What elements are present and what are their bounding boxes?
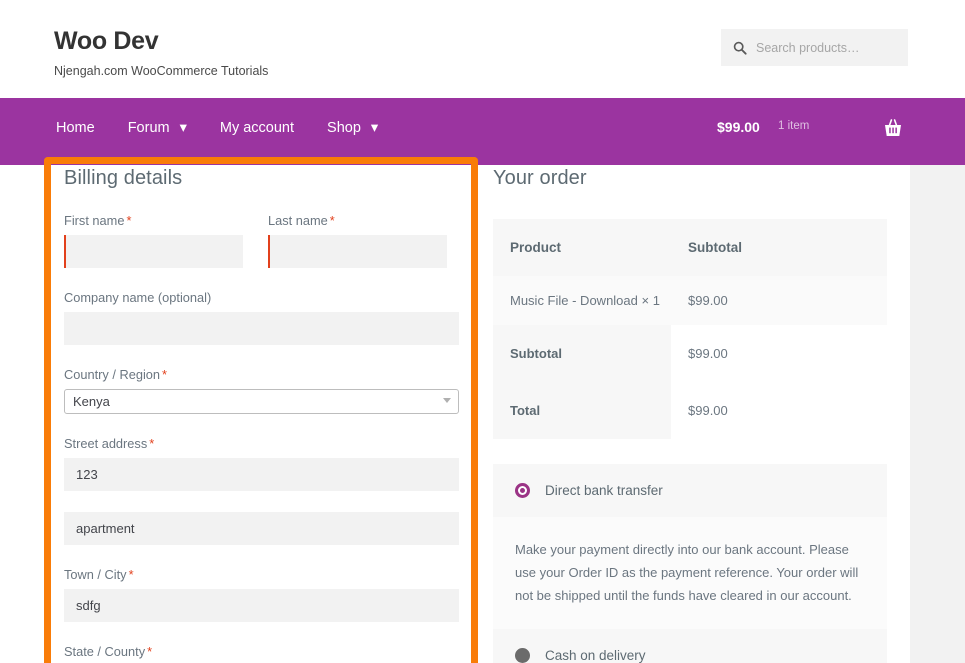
product-search-box[interactable]: Search products… — [721, 29, 908, 66]
last-name-label: Last name * — [268, 213, 447, 229]
radio-selected-icon[interactable] — [515, 483, 530, 498]
site-tagline: Njengah.com WooCommerce Tutorials — [54, 64, 269, 78]
table-row: Music File - Download × 1 $99.00 — [493, 276, 887, 325]
nav-links: Home Forum ▾ My account Shop ▾ — [56, 120, 411, 136]
first-name-label: First name * — [64, 213, 243, 229]
search-icon — [733, 41, 747, 55]
chevron-down-icon: ▾ — [370, 120, 379, 136]
nav-item-shop[interactable]: Shop ▾ — [327, 120, 378, 136]
country-select[interactable]: Kenya — [64, 389, 459, 414]
last-name-field-group: Last name * — [268, 213, 447, 268]
street-address-input[interactable] — [64, 458, 459, 491]
country-select-wrap: Kenya — [64, 389, 459, 414]
label-text: Country / Region — [64, 367, 161, 382]
required-marker: * — [149, 436, 155, 451]
primary-navigation: Home Forum ▾ My account Shop ▾ $99.00 1 … — [0, 98, 965, 165]
last-name-input[interactable] — [268, 235, 447, 268]
company-input[interactable] — [64, 312, 459, 345]
required-marker: * — [329, 213, 335, 228]
label-text: State / County — [64, 644, 146, 659]
order-summary-table: Product Subtotal Music File - Download ×… — [493, 219, 887, 439]
table-row: Subtotal $99.00 — [493, 325, 887, 382]
table-row: Total $99.00 — [493, 382, 887, 439]
street-address-field-group: Street address * — [64, 436, 459, 545]
country-label: Country / Region * — [64, 367, 459, 383]
order-review-panel: Your order Product Subtotal Music File -… — [493, 165, 887, 663]
first-name-field-group: First name * — [64, 213, 243, 268]
site-branding[interactable]: Woo Dev Njengah.com WooCommerce Tutorial… — [54, 26, 268, 79]
company-field-group: Company name (optional) — [64, 290, 459, 345]
payment-method-direct-bank-transfer[interactable]: Direct bank transfer — [493, 464, 887, 517]
nav-item-home[interactable]: Home — [56, 120, 95, 136]
payment-method-label: Direct bank transfer — [545, 483, 663, 498]
site-title: Woo Dev — [54, 27, 159, 55]
name-fields-row: First name * Last name * — [64, 213, 459, 268]
radio-unselected-icon[interactable] — [515, 648, 530, 663]
city-input[interactable] — [64, 589, 459, 622]
street-address-label: Street address * — [64, 436, 459, 452]
payment-method-label: Cash on delivery — [545, 648, 646, 663]
required-marker: * — [128, 567, 134, 582]
nav-item-label: Forum — [127, 120, 170, 136]
payment-methods-panel: Direct bank transfer Make your payment d… — [493, 464, 887, 663]
shopping-basket-icon — [885, 119, 901, 136]
subtotal-label: Subtotal — [493, 325, 671, 382]
required-marker: * — [162, 367, 168, 382]
cart-area: $99.00 1 item — [695, 98, 965, 165]
checkout-page: Woo Dev Njengah.com WooCommerce Tutorial… — [0, 0, 965, 663]
your-order-heading: Your order — [493, 167, 587, 189]
nav-item-label: Home — [56, 120, 95, 136]
nav-item-my-account[interactable]: My account — [220, 120, 294, 136]
nav-item-label: Shop — [327, 120, 361, 136]
cart-total-amount[interactable]: $99.00 — [717, 119, 760, 135]
label-text: First name — [64, 213, 125, 228]
total-label: Total — [493, 382, 671, 439]
order-table-head: Product Subtotal — [493, 219, 887, 276]
total-value: $99.00 — [671, 382, 887, 439]
payment-method-cash-on-delivery[interactable]: Cash on delivery — [493, 629, 887, 663]
payment-method-description: Make your payment directly into our bank… — [493, 517, 887, 629]
column-header-subtotal: Subtotal — [671, 219, 887, 276]
nav-item-label: My account — [219, 120, 295, 136]
company-label: Company name (optional) — [64, 290, 212, 305]
nav-item-forum[interactable]: Forum ▾ — [128, 120, 187, 136]
product-name: Music File - Download — [510, 293, 638, 308]
table-header-row: Product Subtotal — [493, 219, 887, 276]
required-marker: * — [147, 644, 153, 659]
address-line-2-input[interactable] — [64, 512, 459, 545]
billing-details-heading: Billing details — [64, 167, 183, 189]
city-field-group: Town / City * — [64, 567, 459, 622]
cart-button[interactable] — [881, 116, 905, 140]
chevron-down-icon: ▾ — [179, 120, 187, 136]
required-marker: * — [126, 213, 132, 228]
subtotal-value: $99.00 — [671, 325, 887, 382]
column-header-product: Product — [493, 219, 671, 276]
state-field-group: State / County* Kajiado — [64, 644, 459, 663]
first-name-input[interactable] — [64, 235, 243, 268]
order-table-body: Music File - Download × 1 $99.00 Subtota… — [493, 276, 887, 439]
label-text: Last name — [268, 213, 328, 228]
state-label: State / County * — [64, 644, 459, 660]
search-input[interactable]: Search products… — [756, 41, 860, 55]
label-text: Town / City — [64, 567, 127, 582]
product-name-cell: Music File - Download × 1 — [493, 276, 671, 325]
country-field-group: Country / Region * Kenya — [64, 367, 459, 414]
city-label: Town / City * — [64, 567, 459, 583]
cart-item-count[interactable]: 1 item — [778, 120, 809, 132]
product-subtotal-cell: $99.00 — [671, 276, 887, 325]
label-text: Street address — [64, 436, 148, 451]
product-quantity: × 1 — [641, 293, 660, 308]
site-header: Woo Dev Njengah.com WooCommerce Tutorial… — [0, 0, 965, 98]
billing-details-panel: Billing details First name * Last name * C… — [64, 165, 459, 663]
